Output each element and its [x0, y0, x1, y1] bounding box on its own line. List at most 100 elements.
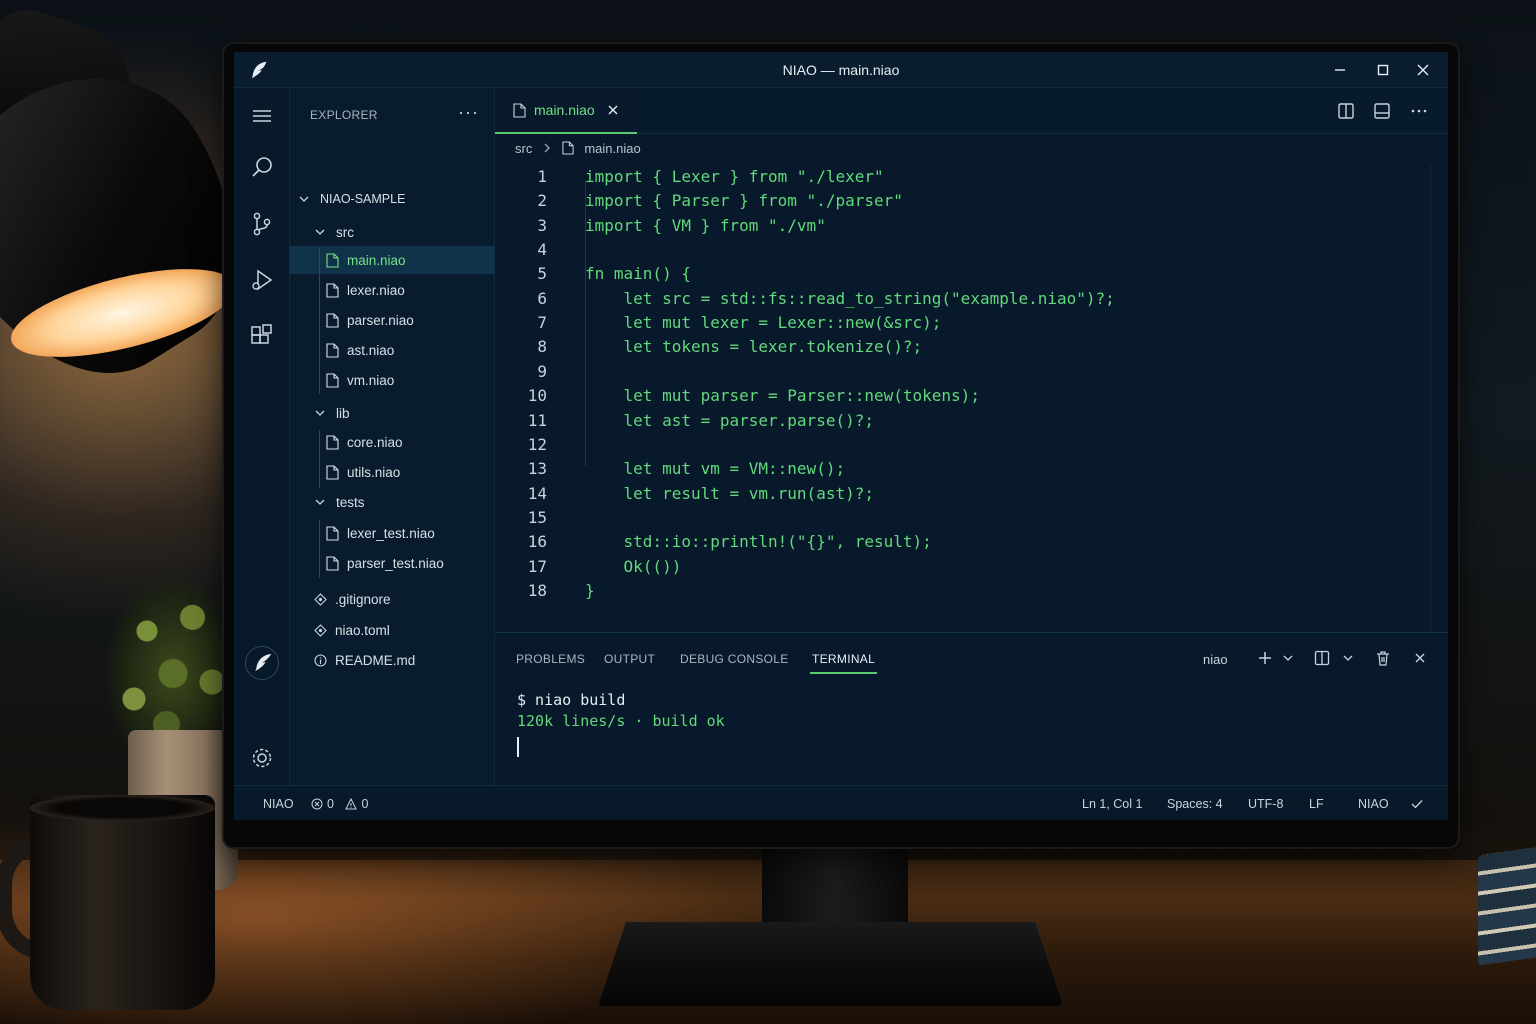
- split-terminal-icon[interactable]: [1314, 650, 1330, 666]
- tree-file[interactable]: core.niao: [290, 428, 494, 456]
- tab-debug-console[interactable]: DEBUG CONSOLE: [680, 652, 789, 666]
- tree-file[interactable]: .gitignore: [290, 585, 494, 613]
- chevron-down-icon[interactable]: [1283, 650, 1293, 666]
- extensions-icon[interactable]: [248, 322, 276, 350]
- code-line: 9: [495, 362, 1425, 386]
- chevron-down-icon[interactable]: [1343, 650, 1353, 666]
- line-number: 3: [537, 215, 547, 235]
- tree-item-label: utils.niao: [347, 464, 401, 480]
- config-file-icon: [314, 592, 327, 606]
- editor-tab-bar: main.niao: [495, 88, 1448, 134]
- breadcrumb-file[interactable]: main.niao: [584, 141, 640, 156]
- tab-label: main.niao: [534, 102, 595, 118]
- more-actions-icon[interactable]: [1410, 102, 1428, 120]
- code-text: let mut parser = Parser::new(tokens);: [585, 386, 980, 406]
- status-problems[interactable]: 0 0: [311, 797, 368, 811]
- explorer-title: EXPLORER: [310, 108, 378, 122]
- check-icon[interactable]: [1411, 798, 1423, 810]
- tree-file[interactable]: README.md: [290, 646, 494, 674]
- menu-icon[interactable]: [248, 102, 276, 130]
- status-encoding[interactable]: UTF-8: [1248, 797, 1283, 811]
- account-feather-icon[interactable]: [245, 646, 279, 680]
- tree-file[interactable]: parser.niao: [290, 306, 494, 334]
- tree-folder[interactable]: tests: [290, 488, 494, 516]
- tree-item-label: lib: [336, 405, 350, 421]
- status-eol[interactable]: LF: [1309, 797, 1324, 811]
- tree-file[interactable]: vm.niao: [290, 366, 494, 394]
- tree-file[interactable]: ast.niao: [290, 336, 494, 364]
- line-number: 14: [527, 483, 547, 503]
- info-icon: [314, 653, 327, 667]
- file-icon: [326, 525, 339, 541]
- error-icon: [311, 798, 323, 810]
- tab-output[interactable]: OUTPUT: [604, 652, 655, 666]
- toggle-panel-icon[interactable]: [1373, 102, 1391, 120]
- tree-folder[interactable]: lib: [290, 399, 494, 427]
- terminal-profile[interactable]: niao: [1203, 652, 1228, 667]
- search-icon[interactable]: [248, 154, 276, 182]
- line-number: 15: [527, 507, 547, 527]
- tab-terminal[interactable]: TERMINAL: [809, 652, 878, 674]
- line-number: 18: [527, 580, 547, 600]
- tree-folder[interactable]: NIAO-SAMPLE: [290, 185, 494, 213]
- code-line: 13 let mut vm = VM::new();: [495, 459, 1425, 483]
- file-icon: [562, 141, 574, 155]
- tree-file[interactable]: main.niao: [290, 246, 494, 274]
- minimize-icon[interactable]: [1330, 60, 1350, 80]
- source-control-icon[interactable]: [248, 210, 276, 238]
- line-number: 10: [527, 386, 547, 406]
- tree-file[interactable]: lexer_test.niao: [290, 519, 494, 547]
- line-number: 6: [537, 288, 547, 308]
- tree-file[interactable]: parser_test.niao: [290, 549, 494, 577]
- code-text: let result = vm.run(ast)?;: [585, 483, 874, 503]
- tree-item-label: NIAO-SAMPLE: [320, 192, 406, 206]
- terminal-command-line: $ niao build: [517, 691, 626, 709]
- code-line: 1 import { Lexer } from "./lexer": [495, 167, 1425, 191]
- tree-file[interactable]: utils.niao: [290, 458, 494, 486]
- line-number: 12: [527, 434, 547, 454]
- tree-item-label: parser_test.niao: [347, 555, 444, 571]
- explorer-more-actions[interactable]: ···: [458, 102, 479, 123]
- tab-main-niao[interactable]: main.niao: [495, 88, 637, 134]
- settings-gear-icon[interactable]: [248, 744, 276, 772]
- trash-icon[interactable]: [1375, 650, 1391, 666]
- split-editor-icon[interactable]: [1337, 102, 1355, 120]
- tree-item-label: ast.niao: [347, 342, 395, 358]
- maximize-icon[interactable]: [1373, 60, 1393, 80]
- tree-item-label: core.niao: [347, 434, 403, 450]
- code-line: 6 let src = std::fs::read_to_string("exa…: [495, 289, 1425, 313]
- code-text: let ast = parser.parse()?;: [585, 410, 874, 430]
- editor-scrollbar-edge: [1430, 164, 1431, 632]
- error-count: 0: [327, 797, 334, 811]
- breadcrumb-folder[interactable]: src: [515, 141, 532, 156]
- close-panel-icon[interactable]: [1412, 650, 1428, 666]
- ide-window: NIAO — main.niao EXPLORER ··· NIAO-SAMPL…: [234, 52, 1448, 820]
- line-number: 1: [537, 167, 547, 186]
- close-window-icon[interactable]: [1413, 60, 1433, 80]
- status-cursor-position[interactable]: Ln 1, Col 1: [1082, 797, 1142, 811]
- run-debug-icon[interactable]: [248, 266, 276, 294]
- close-tab-icon[interactable]: [607, 104, 619, 116]
- code-line: 10 let mut parser = Parser::new(tokens);: [495, 386, 1425, 410]
- status-indentation[interactable]: Spaces: 4: [1167, 797, 1223, 811]
- tree-folder[interactable]: src: [290, 218, 494, 246]
- code-line: 17 Ok(()): [495, 557, 1425, 581]
- status-language[interactable]: NIAO: [1358, 797, 1389, 811]
- tree-item-label: src: [336, 224, 354, 240]
- tab-problems[interactable]: PROBLEMS: [516, 652, 585, 666]
- tree-item-label: parser.niao: [347, 312, 414, 328]
- status-language-left[interactable]: NIAO: [263, 797, 294, 811]
- line-number: 9: [537, 361, 547, 381]
- tree-file[interactable]: lexer.niao: [290, 276, 494, 304]
- new-terminal-icon[interactable]: [1257, 650, 1273, 666]
- tree-indent-guide: [319, 520, 320, 578]
- line-number: 13: [527, 459, 547, 479]
- code-line: 4: [495, 240, 1425, 264]
- tree-item-label: tests: [336, 494, 365, 510]
- terminal-cursor[interactable]: [517, 737, 519, 757]
- warning-count: 0: [361, 797, 369, 811]
- tree-item-label: lexer_test.niao: [347, 525, 435, 541]
- line-number: 4: [537, 240, 547, 260]
- code-editor[interactable]: 1 import { Lexer } from "./lexer" 2 import …: [495, 164, 1448, 632]
- tree-file[interactable]: niao.toml: [290, 616, 494, 644]
